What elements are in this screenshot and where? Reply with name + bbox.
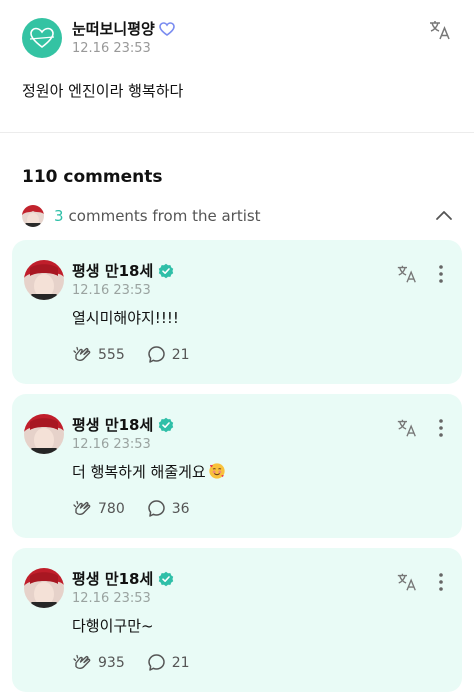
reply-button[interactable]: 21 (147, 345, 190, 364)
comment-author-name[interactable]: 평생 만18세 (72, 414, 153, 435)
post-author-name[interactable]: 눈떠보니평양 (72, 18, 155, 39)
verified-badge-icon (159, 417, 174, 432)
artist-comments-toggle[interactable]: 3 comments from the artist (22, 204, 454, 228)
artist-comments-text: comments from the artist (68, 207, 261, 225)
reply-bubble-icon (147, 346, 165, 363)
artist-mini-avatar (22, 205, 44, 227)
like-button[interactable]: 935 (72, 654, 125, 672)
post-timestamp: 12.16 23:53 (72, 41, 151, 56)
heart-badge-icon (159, 21, 175, 36)
comments-count-title: 110 comments (22, 167, 163, 187)
translate-icon[interactable] (428, 18, 452, 42)
artist-comment-card: 평생 만18세 12.16 23:53 열시미해야지!!!! 555 21 (12, 240, 462, 384)
heart-logo-icon (29, 27, 55, 49)
original-post: 눈떠보니평양 12.16 23:53 정원아 엔진이라 행복하다 (0, 0, 474, 133)
comment-author-name[interactable]: 평생 만18세 (72, 260, 153, 281)
artist-comment-card: 평생 만18세 12.16 23:53 다행이구만~ 935 21 (12, 548, 462, 692)
reply-count: 21 (171, 346, 190, 363)
like-count: 935 (98, 654, 125, 671)
comment-author-avatar[interactable] (24, 414, 64, 454)
reply-button[interactable]: 21 (147, 653, 190, 672)
comment-author-avatar[interactable] (24, 260, 64, 300)
comment-text: 다행이구만~ (72, 617, 154, 635)
clap-icon (73, 654, 91, 669)
translate-icon[interactable] (396, 571, 418, 593)
post-author-avatar[interactable] (22, 18, 62, 58)
reply-count: 36 (171, 500, 190, 517)
reply-count: 21 (171, 654, 190, 671)
chevron-up-icon[interactable] (434, 206, 454, 226)
comment-text: 더 행복하게 해줄게요 (72, 461, 226, 482)
verified-badge-icon (159, 571, 174, 586)
reply-bubble-icon (147, 654, 165, 671)
translate-icon[interactable] (396, 263, 418, 285)
comment-timestamp: 12.16 23:53 (72, 283, 151, 298)
comment-author-avatar[interactable] (24, 568, 64, 608)
smiling-face-with-hearts-icon (209, 463, 225, 479)
comment-text-content: 더 행복하게 해줄게요 (72, 463, 206, 481)
comment-text: 열시미해야지!!!! (72, 309, 179, 327)
like-button[interactable]: 555 (72, 346, 125, 364)
translate-icon[interactable] (396, 417, 418, 439)
like-count: 780 (98, 500, 125, 517)
verified-badge-icon (159, 263, 174, 278)
artist-comment-card: 평생 만18세 12.16 23:53 더 행복하게 해줄게요 780 36 (12, 394, 462, 538)
reply-bubble-icon (147, 500, 165, 517)
comment-timestamp: 12.16 23:53 (72, 437, 151, 452)
comment-author-name[interactable]: 평생 만18세 (72, 568, 153, 589)
comment-timestamp: 12.16 23:53 (72, 591, 151, 606)
clap-icon (73, 500, 91, 515)
like-button[interactable]: 780 (72, 500, 125, 518)
post-body-text: 정원아 엔진이라 행복하다 (22, 82, 184, 100)
reply-button[interactable]: 36 (147, 499, 190, 518)
more-options-icon[interactable] (434, 417, 448, 439)
clap-icon (73, 346, 91, 361)
like-count: 555 (98, 346, 125, 363)
more-options-icon[interactable] (434, 263, 448, 285)
artist-comments-label: 3 comments from the artist (54, 207, 261, 225)
more-options-icon[interactable] (434, 571, 448, 593)
artist-comments-count: 3 (54, 207, 64, 225)
